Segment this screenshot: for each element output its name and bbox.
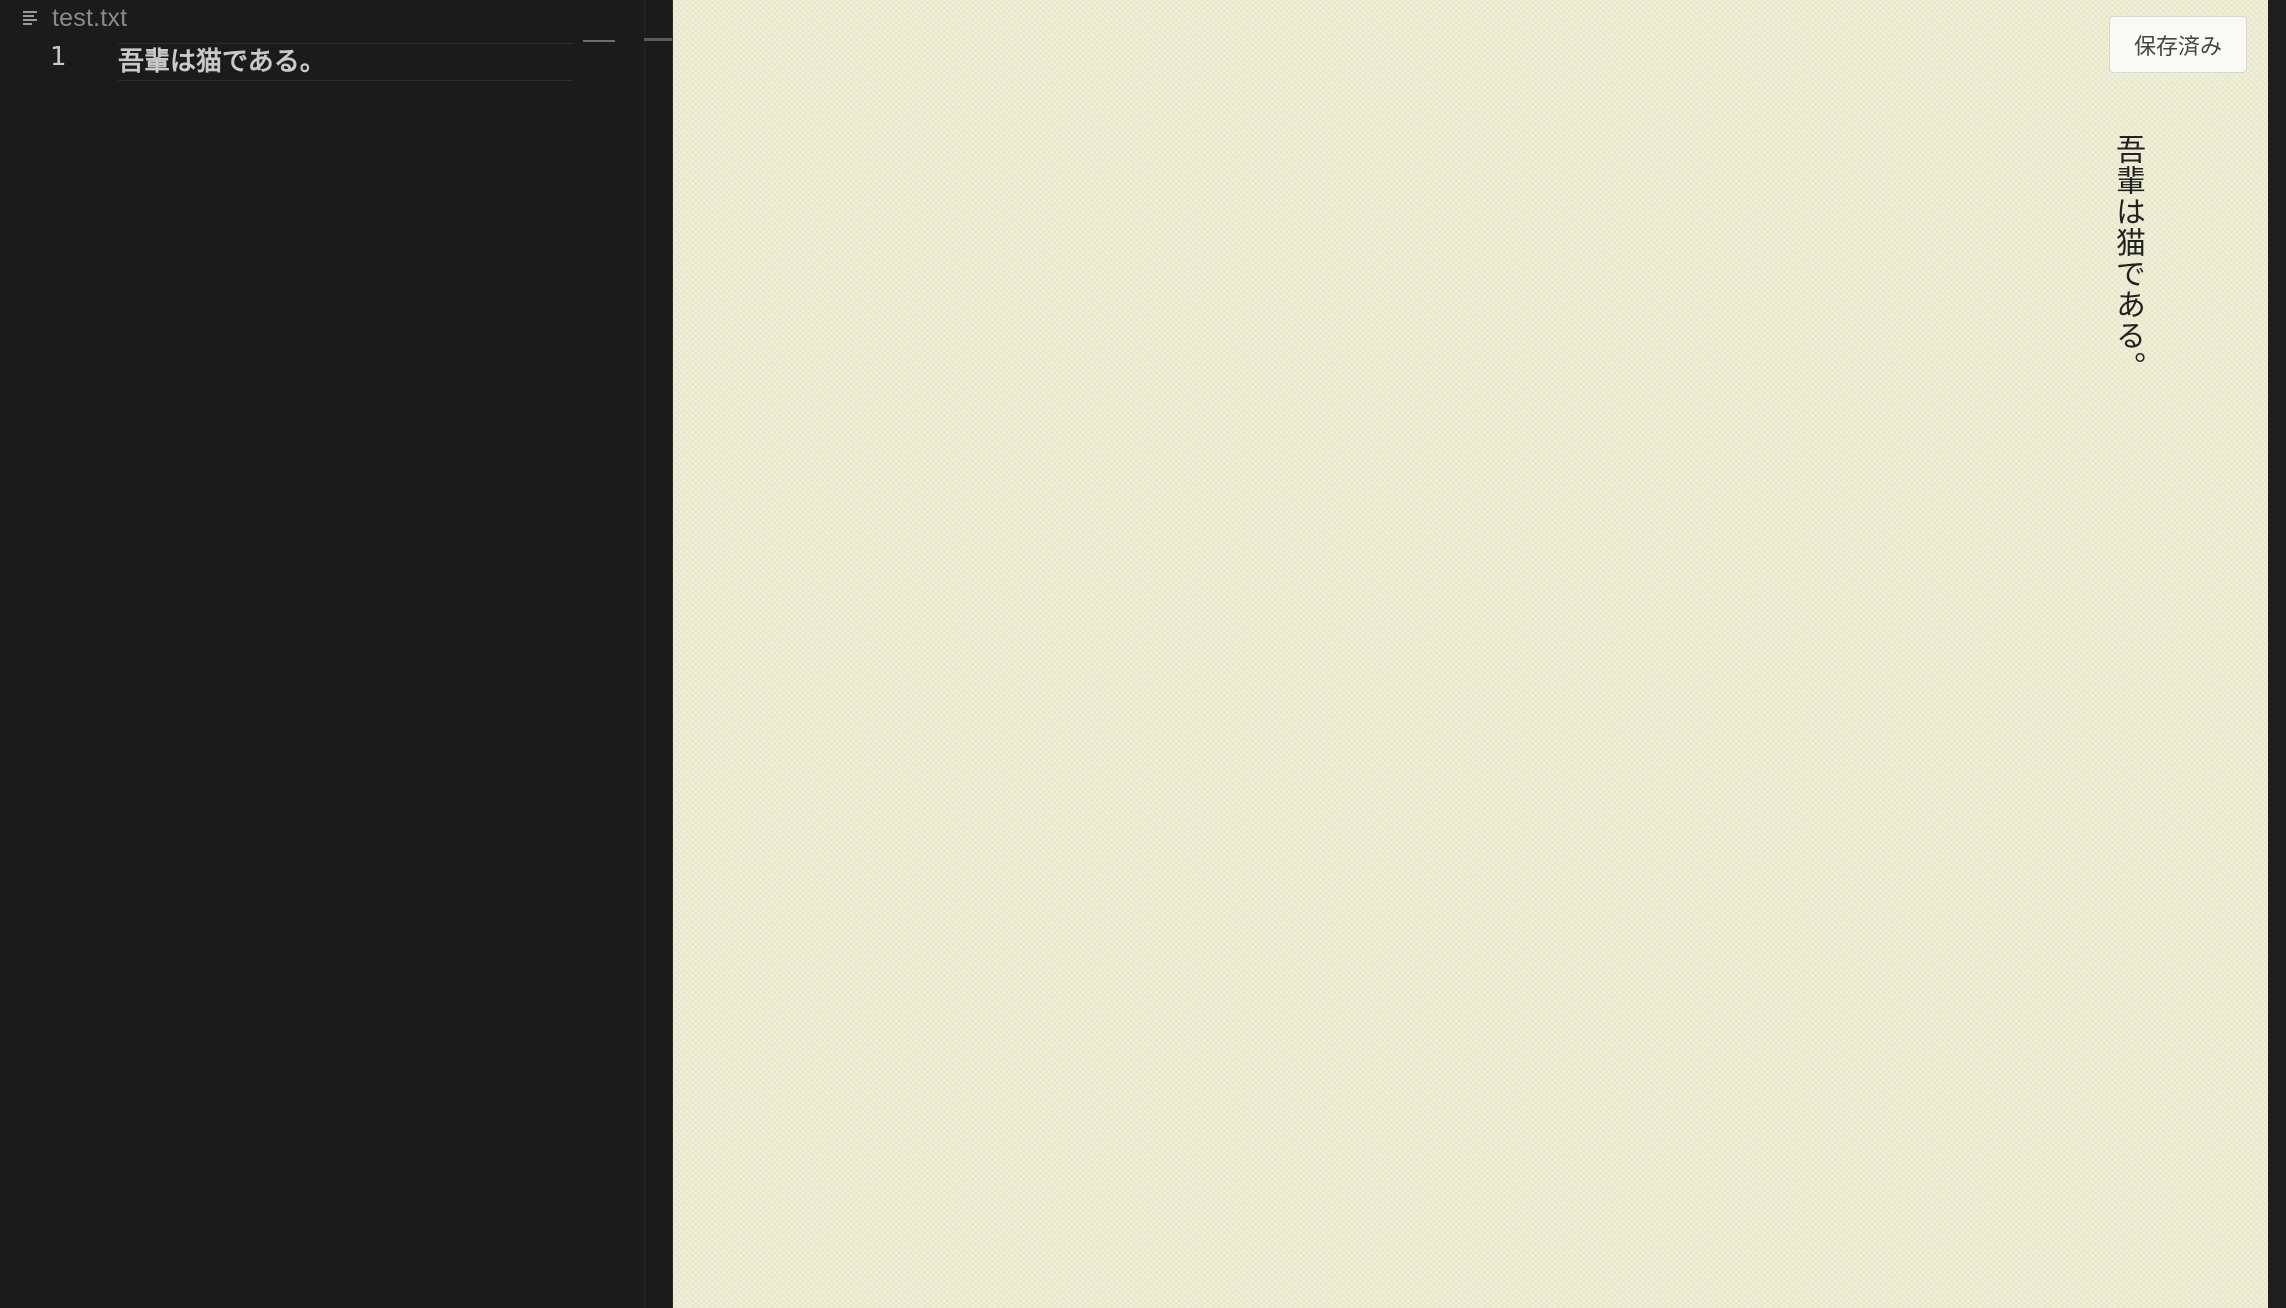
lines-icon — [23, 11, 37, 25]
vertical-preview-text: 吾輩は猫である。 — [2110, 134, 2145, 382]
save-status-button[interactable]: 保存済み — [2109, 16, 2247, 73]
line-content[interactable]: 吾輩は猫である。 — [118, 41, 326, 78]
window-edge — [2268, 0, 2286, 1308]
code-line[interactable]: 1 吾輩は猫である。 — [0, 38, 640, 82]
editor-pane[interactable]: test.txt 1 吾輩は猫である。 — [0, 0, 673, 1308]
minimap-line — [583, 40, 615, 42]
vertical-preview-pane: 保存済み 吾輩は猫である。 — [673, 0, 2268, 1308]
file-name[interactable]: test.txt — [52, 4, 127, 33]
editor-ruler — [644, 0, 645, 1308]
app-window: test.txt 1 吾輩は猫である。 保存済み 吾輩は猫である。 — [0, 0, 2286, 1308]
editor-header: test.txt — [0, 0, 640, 38]
line-number: 1 — [50, 42, 67, 72]
editor-text-area[interactable]: 1 吾輩は猫である。 — [0, 38, 640, 1308]
minimap-slider[interactable] — [644, 38, 672, 41]
